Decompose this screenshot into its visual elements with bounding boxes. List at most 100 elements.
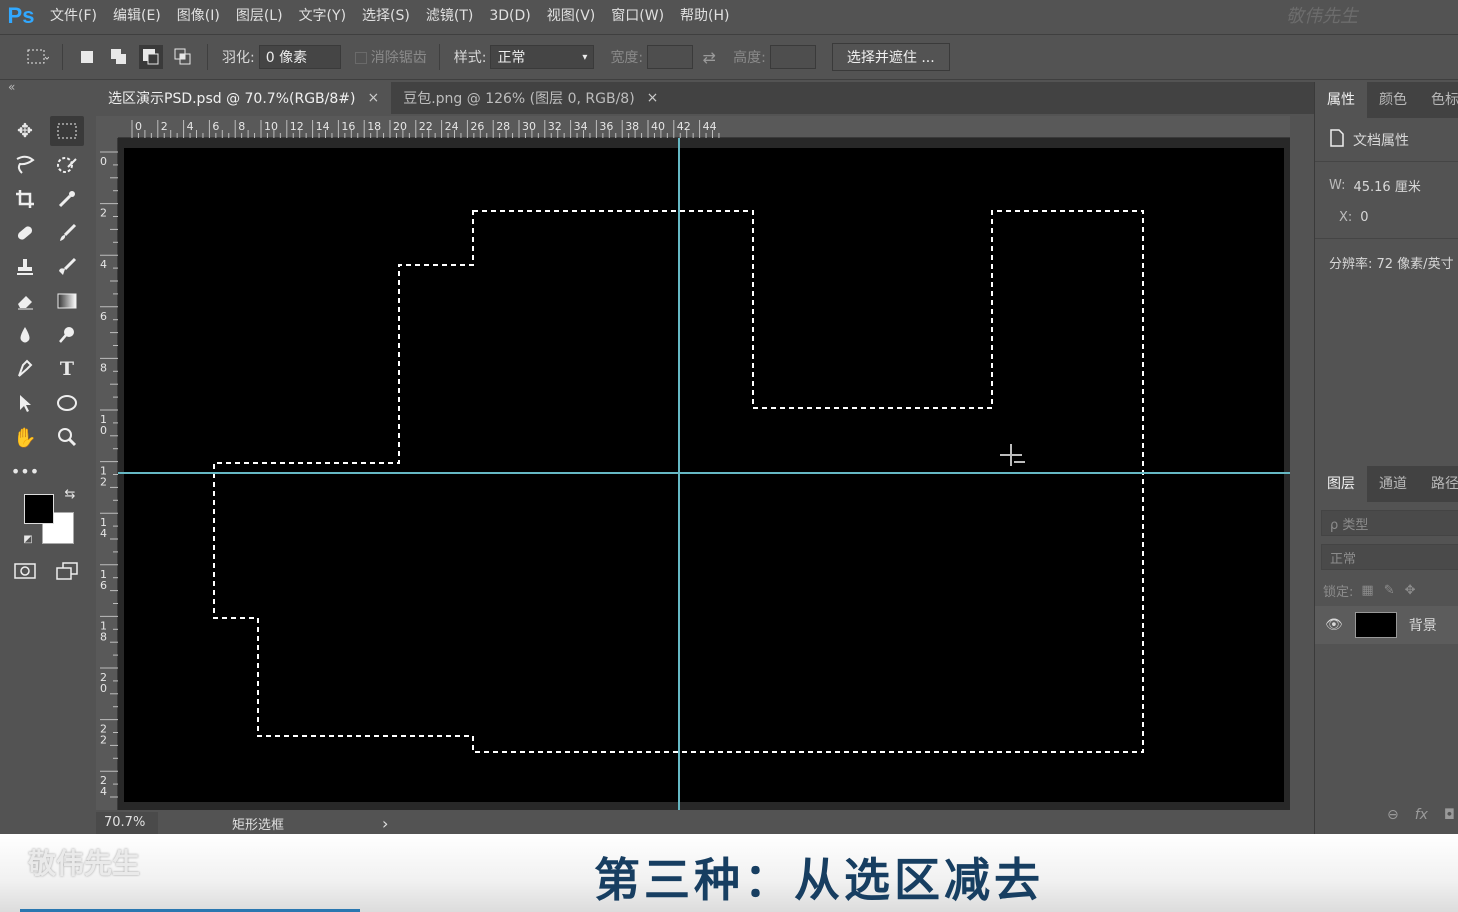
swap-colors-icon[interactable]: ⇆ xyxy=(60,486,80,502)
zoom-level[interactable]: 70.7% xyxy=(96,812,158,834)
ruler-label: 36 xyxy=(599,120,613,133)
menu-edit[interactable]: 编辑(E) xyxy=(105,0,169,32)
tab-layers[interactable]: 图层 xyxy=(1315,466,1367,502)
select-and-mask-button[interactable]: 选择并遮住 ... xyxy=(831,43,950,71)
lock-transparent-icon[interactable]: ▦ xyxy=(1361,583,1373,598)
menu-view[interactable]: 视图(V) xyxy=(539,0,604,32)
menu-filter[interactable]: 滤镜(T) xyxy=(418,0,481,32)
eraser-tool-icon[interactable] xyxy=(8,286,42,316)
swap-width-height-icon[interactable]: ⇄ xyxy=(697,45,721,69)
style-select[interactable]: 正常 ▾ xyxy=(490,45,595,69)
status-expand-icon[interactable]: › xyxy=(382,814,388,833)
intersect-selection-icon[interactable] xyxy=(171,45,195,69)
quick-selection-tool-icon[interactable] xyxy=(50,150,84,180)
menu-type[interactable]: 文字(Y) xyxy=(291,0,354,32)
subtract-from-selection-icon[interactable] xyxy=(139,45,163,69)
width-row: W: 45.16 厘米 xyxy=(1315,168,1458,202)
lock-paint-icon[interactable]: ✎ xyxy=(1384,583,1395,598)
ruler-label: 2 xyxy=(100,734,107,747)
x-label: X: xyxy=(1339,209,1353,225)
foreground-color-swatch[interactable] xyxy=(24,494,54,524)
quick-mask-icon[interactable] xyxy=(8,556,42,586)
screen-mode-icon[interactable] xyxy=(50,556,84,586)
vertical-ruler-scale: 024681012141618202224 xyxy=(100,151,118,798)
ruler-label: 42 xyxy=(677,120,691,133)
canvas-area[interactable] xyxy=(118,138,1290,810)
tab-swatches[interactable]: 色标 xyxy=(1419,82,1458,118)
lasso-tool-icon[interactable] xyxy=(8,150,42,180)
ellipse-tool-icon[interactable] xyxy=(50,388,84,418)
hand-tool-icon[interactable]: ✋ xyxy=(8,422,42,452)
menu-help[interactable]: 帮助(H) xyxy=(672,0,737,32)
zoom-tool-icon[interactable] xyxy=(50,422,84,452)
eye-icon[interactable]: 👁 xyxy=(1325,617,1343,633)
ruler-label: 0 xyxy=(100,155,107,168)
menu-file[interactable]: 文件(F) xyxy=(42,0,105,32)
tab-properties[interactable]: 属性 xyxy=(1315,82,1367,118)
blur-tool-icon[interactable] xyxy=(8,320,42,350)
ruler-label: 10 xyxy=(264,120,278,133)
marquee-preset-icon[interactable] xyxy=(26,45,50,69)
tab-document-2[interactable]: 豆包.png @ 126% (图层 0, RGB/8) × xyxy=(391,82,670,114)
add-to-selection-icon[interactable] xyxy=(107,45,131,69)
document-icon xyxy=(1329,128,1345,151)
ruler-label: 8 xyxy=(238,120,245,133)
divider xyxy=(1315,238,1458,239)
dodge-tool-icon[interactable] xyxy=(50,320,84,350)
ruler-label: 26 xyxy=(470,120,484,133)
lock-position-icon[interactable]: ✥ xyxy=(1405,583,1416,598)
new-selection-icon[interactable] xyxy=(75,45,99,69)
pen-tool-icon[interactable] xyxy=(8,354,42,384)
layer-filter-input[interactable]: ρ 类型 xyxy=(1321,510,1458,536)
close-icon[interactable]: × xyxy=(367,90,379,106)
more-tools-icon[interactable]: ••• xyxy=(8,456,42,486)
healing-brush-tool-icon[interactable] xyxy=(8,218,42,248)
brush-tool-icon[interactable] xyxy=(50,218,84,248)
layer-row-background[interactable]: 👁 背景 xyxy=(1315,606,1458,644)
move-tool-icon[interactable]: ✥ xyxy=(8,116,42,146)
toolbar-collapse-icon[interactable]: « xyxy=(0,80,92,98)
rectangular-marquee-tool-icon[interactable] xyxy=(50,116,84,146)
menu-layer[interactable]: 图层(L) xyxy=(228,0,291,32)
crop-tool-icon[interactable] xyxy=(8,184,42,214)
add-mask-icon[interactable]: ◘ xyxy=(1444,807,1455,823)
close-icon[interactable]: × xyxy=(647,90,659,106)
menu-window[interactable]: 窗口(W) xyxy=(603,0,672,32)
vertical-guide[interactable] xyxy=(678,138,680,810)
menu-image[interactable]: 图像(I) xyxy=(169,0,228,32)
tab-paths[interactable]: 路径 xyxy=(1419,466,1458,502)
ruler-label: 38 xyxy=(625,120,639,133)
caption-text: 第三种：从选区减去 xyxy=(594,853,1044,907)
default-colors-icon[interactable]: ◩ xyxy=(20,532,36,546)
ruler-label: 4 xyxy=(100,527,107,540)
history-brush-tool-icon[interactable] xyxy=(50,252,84,282)
menu-3d[interactable]: 3D(D) xyxy=(481,0,538,32)
lock-row: 锁定: ▦ ✎ ✥ xyxy=(1315,574,1458,606)
path-selection-tool-icon[interactable] xyxy=(8,388,42,418)
horizontal-ruler[interactable]: 0 2 4 6 8 10 12 14 16 18 20 22 24 26 28 30 32 34 36 38 40 42 4… xyxy=(118,116,1290,138)
feather-input[interactable]: 0 像素 xyxy=(258,45,341,69)
type-tool-icon[interactable]: T xyxy=(50,354,84,384)
width-input[interactable] xyxy=(647,45,694,69)
gradient-tool-icon[interactable] xyxy=(50,286,84,316)
link-layers-icon[interactable]: ⊖ xyxy=(1387,807,1399,823)
height-input[interactable] xyxy=(769,45,816,69)
status-bar: 70.7% 矩形选框 › xyxy=(96,812,1314,834)
tab-channels[interactable]: 通道 xyxy=(1367,466,1419,502)
antialias-checkbox[interactable]: 消除锯齿 xyxy=(354,47,427,67)
w-value[interactable]: 45.16 厘米 xyxy=(1353,176,1420,195)
vertical-ruler[interactable]: 024681012141618202224 xyxy=(96,138,118,810)
ruler-label: 22 xyxy=(419,120,433,133)
x-value[interactable]: 0 xyxy=(1360,210,1368,225)
ruler-label: 32 xyxy=(548,120,562,133)
blend-mode-select[interactable]: 正常 xyxy=(1321,544,1458,570)
horizontal-guide[interactable] xyxy=(118,472,1290,474)
clone-stamp-tool-icon[interactable] xyxy=(8,252,42,282)
eyedropper-tool-icon[interactable] xyxy=(50,184,84,214)
fx-icon[interactable]: fx xyxy=(1415,807,1428,823)
ruler-label: 16 xyxy=(341,120,355,133)
tab-color[interactable]: 颜色 xyxy=(1367,82,1419,118)
document-canvas[interactable] xyxy=(124,148,1284,802)
menu-select[interactable]: 选择(S) xyxy=(354,0,418,32)
tab-document-1[interactable]: 选区演示PSD.psd @ 70.7%(RGB/8#) × xyxy=(96,82,392,114)
